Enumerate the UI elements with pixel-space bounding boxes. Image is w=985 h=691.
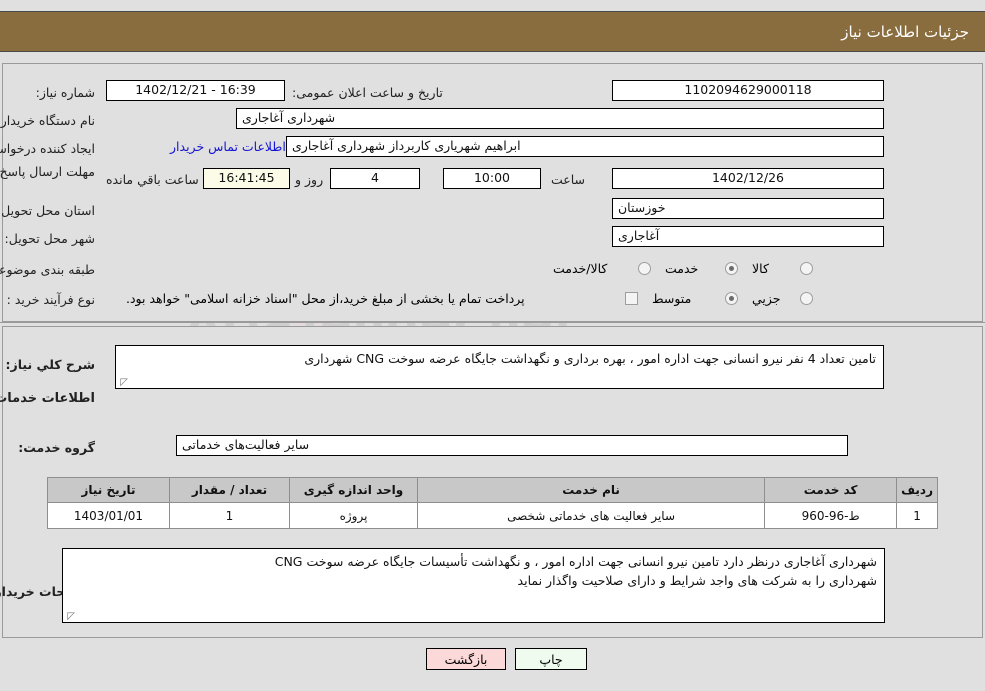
buyer-org-label: نام دستگاه خریدار:: [0, 113, 95, 128]
deadline-hour-field[interactable]: 10:00: [443, 168, 541, 189]
treasury-bond-checkbox[interactable]: [625, 292, 638, 305]
deadline-date-field[interactable]: 1402/12/26: [612, 168, 884, 189]
deadline-days-field[interactable]: 4: [330, 168, 420, 189]
th-code: کد خدمت: [764, 477, 898, 503]
back-button[interactable]: بازگشت: [426, 648, 506, 670]
buyer-notes-textarea[interactable]: شهرداری آغاجاری درنظر دارد تامین نیرو ان…: [62, 548, 885, 623]
requester-field[interactable]: ابراهیم شهریاری کاربرداز شهرداری آغاجاری: [286, 136, 884, 157]
cell-radif: 1: [896, 502, 938, 529]
th-radif: ردیف: [896, 477, 938, 503]
treasury-bond-checkbox-label[interactable]: پرداخت تمام یا بخشی از مبلغ خرید،از محل …: [126, 291, 525, 306]
print-button[interactable]: چاپ: [515, 648, 587, 670]
th-unit: واحد اندازه گیری: [289, 477, 418, 503]
buyer-notes-line-2: شهرداری را به شرکت های واجد شرایط و دارا…: [517, 572, 877, 588]
header-bar: جزئیات اطلاعات نیاز: [0, 11, 985, 52]
cell-quantity: 1: [169, 502, 290, 529]
deadline-countdown-label: ساعت باقي مانده: [106, 172, 199, 187]
summary-textarea[interactable]: تامین تعداد 4 نفر نیرو انسانی جهت اداره …: [115, 345, 884, 389]
radio-category-kala-khedmat[interactable]: [638, 262, 651, 275]
delivery-city-field[interactable]: آغاجاری: [612, 226, 884, 247]
service-group-label: گروه خدمت:: [18, 440, 95, 455]
deadline-label: مهلت ارسال پاسخ: تا تاریخ:: [0, 164, 95, 179]
delivery-province-field[interactable]: خوزستان: [612, 198, 884, 219]
th-name: نام خدمت: [416, 477, 766, 503]
cell-code: ط-96-960: [764, 502, 898, 529]
table-header-row: ردیف کد خدمت نام خدمت واحد اندازه گیری ت…: [47, 477, 938, 503]
radio-purchase-jozi-label[interactable]: جزیي: [752, 291, 781, 306]
radio-category-khedmat[interactable]: [725, 262, 738, 275]
buyer-notes-line-1: شهرداری آغاجاری درنظر دارد تامین نیرو ان…: [274, 554, 877, 569]
purchase-type-label: نوع فرآیند خرید :: [6, 292, 95, 307]
table-row: 1 ط-96-960 سایر فعالیت های خدماتی شخصی پ…: [47, 502, 938, 529]
radio-purchase-jozi[interactable]: [800, 292, 813, 305]
page-root: AriaTender.net جزئیات اطلاعات نیاز شماره…: [0, 0, 985, 691]
need-number-label: شماره نیاز:: [35, 85, 95, 100]
requester-label: ایجاد کننده درخواست:: [0, 141, 95, 156]
services-heading: اطلاعات خدمات مورد نیاز: [0, 391, 95, 406]
deadline-countdown-field: 16:41:45: [203, 168, 290, 189]
buyer-org-field[interactable]: شهرداری آغاجاری: [236, 108, 884, 129]
delivery-province-label: استان محل تحویل:: [0, 203, 95, 218]
resize-grip-icon[interactable]: ◸: [119, 378, 128, 388]
cell-unit: پروژه: [289, 502, 418, 529]
page-title: جزئیات اطلاعات نیاز: [841, 23, 969, 41]
th-need-date: تاریخ نیاز: [47, 477, 170, 503]
deadline-days-label: روز و: [295, 172, 324, 187]
panel-divider: [0, 322, 985, 323]
cell-need-date: 1403/01/01: [47, 502, 170, 529]
service-group-field[interactable]: سایر فعالیت‌های خدماتی: [176, 435, 848, 456]
radio-purchase-motevaset-label[interactable]: متوسط: [652, 291, 691, 306]
th-quantity: تعداد / مقدار: [169, 477, 290, 503]
radio-category-kala[interactable]: [800, 262, 813, 275]
cell-name: سایر فعالیت های خدماتی شخصی: [416, 502, 766, 529]
summary-label: شرح کلي نیاز:: [5, 357, 95, 372]
need-number-field[interactable]: 1102094629000118: [612, 80, 884, 101]
delivery-city-label: شهر محل تحویل:: [4, 231, 95, 246]
deadline-hour-label: ساعت: [551, 172, 586, 187]
services-table: ردیف کد خدمت نام خدمت واحد اندازه گیری ت…: [47, 477, 938, 529]
announce-datetime-field[interactable]: 1402/12/21 - 16:39: [106, 80, 285, 101]
radio-category-khedmat-label[interactable]: خدمت: [665, 261, 698, 276]
need-info-panel: [2, 63, 983, 322]
buyer-contact-link[interactable]: اطلاعات تماس خریدار: [170, 139, 286, 154]
radio-category-kala-label[interactable]: کالا: [752, 261, 769, 276]
announce-datetime-label: تاریخ و ساعت اعلان عمومی:: [292, 85, 443, 100]
radio-category-kala-khedmat-label[interactable]: کالا/خدمت: [553, 261, 607, 276]
resize-grip-icon-notes[interactable]: ◸: [66, 612, 75, 622]
category-label: طبقه بندی موضوعی:: [0, 262, 95, 277]
radio-purchase-motevaset[interactable]: [725, 292, 738, 305]
summary-text: تامین تعداد 4 نفر نیرو انسانی جهت اداره …: [304, 351, 876, 366]
